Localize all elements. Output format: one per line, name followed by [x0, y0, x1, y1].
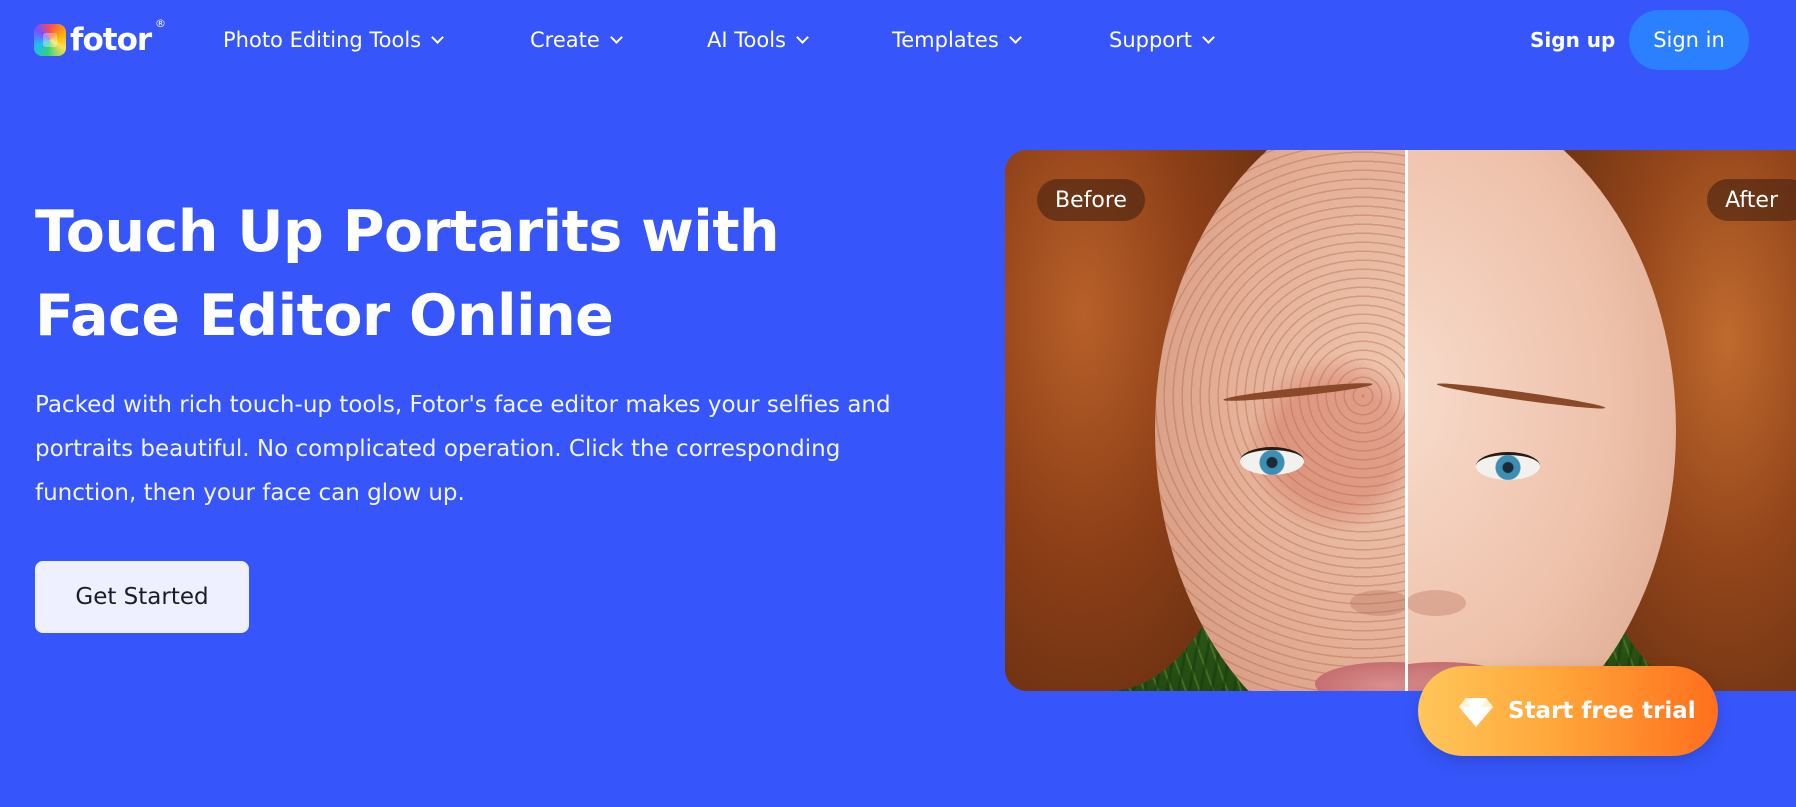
registered-mark: ®	[155, 17, 166, 30]
nav-templates[interactable]: Templates	[892, 24, 1022, 56]
nav-create[interactable]: Create	[530, 24, 623, 56]
after-label: After	[1707, 179, 1796, 221]
page-title: Touch Up Portarits with Face Editor Onli…	[35, 190, 935, 358]
before-label: Before	[1037, 179, 1145, 221]
sign-up-link[interactable]: Sign up	[1530, 24, 1615, 56]
chevron-down-icon	[1202, 30, 1215, 44]
title-line-1: Touch Up Portarits with	[35, 199, 780, 265]
brand-name: fotor	[70, 22, 152, 58]
chevron-down-icon	[796, 30, 809, 44]
eye	[1240, 447, 1304, 475]
nav-ai-tools[interactable]: AI Tools	[707, 24, 809, 56]
nav-photo-editing-tools[interactable]: Photo Editing Tools	[223, 24, 445, 56]
nav-label: Create	[530, 28, 600, 52]
sign-in-button[interactable]: Sign in	[1629, 10, 1749, 70]
nose	[1406, 590, 1466, 616]
diamond-icon	[1459, 698, 1493, 727]
nav-label: Templates	[892, 28, 999, 52]
before-image	[1005, 150, 1406, 691]
get-started-button[interactable]: Get Started	[35, 561, 249, 633]
start-free-trial-button[interactable]: Start free trial	[1418, 666, 1718, 756]
chevron-down-icon	[431, 30, 445, 44]
fotor-logo[interactable]: fotor ®	[34, 18, 166, 58]
before-after-comparison[interactable]: Before After	[1005, 150, 1796, 691]
eye	[1476, 452, 1540, 480]
nav-support[interactable]: Support	[1109, 24, 1215, 56]
trial-label: Start free trial	[1508, 698, 1696, 724]
fotor-logo-icon	[34, 24, 66, 56]
nose	[1350, 590, 1406, 616]
comparison-slider-handle[interactable]	[1405, 150, 1408, 691]
top-navigation: fotor ® Photo Editing Tools Create AI To…	[0, 0, 1796, 80]
hero-description: Packed with rich touch-up tools, Fotor's…	[35, 392, 891, 506]
chevron-down-icon	[1008, 30, 1022, 44]
nav-label: Photo Editing Tools	[223, 28, 422, 52]
after-image	[1406, 150, 1796, 691]
title-line-2: Face Editor Online	[35, 283, 614, 349]
nav-label: AI Tools	[707, 28, 786, 52]
chevron-down-icon	[609, 30, 623, 44]
nav-label: Support	[1109, 28, 1193, 52]
